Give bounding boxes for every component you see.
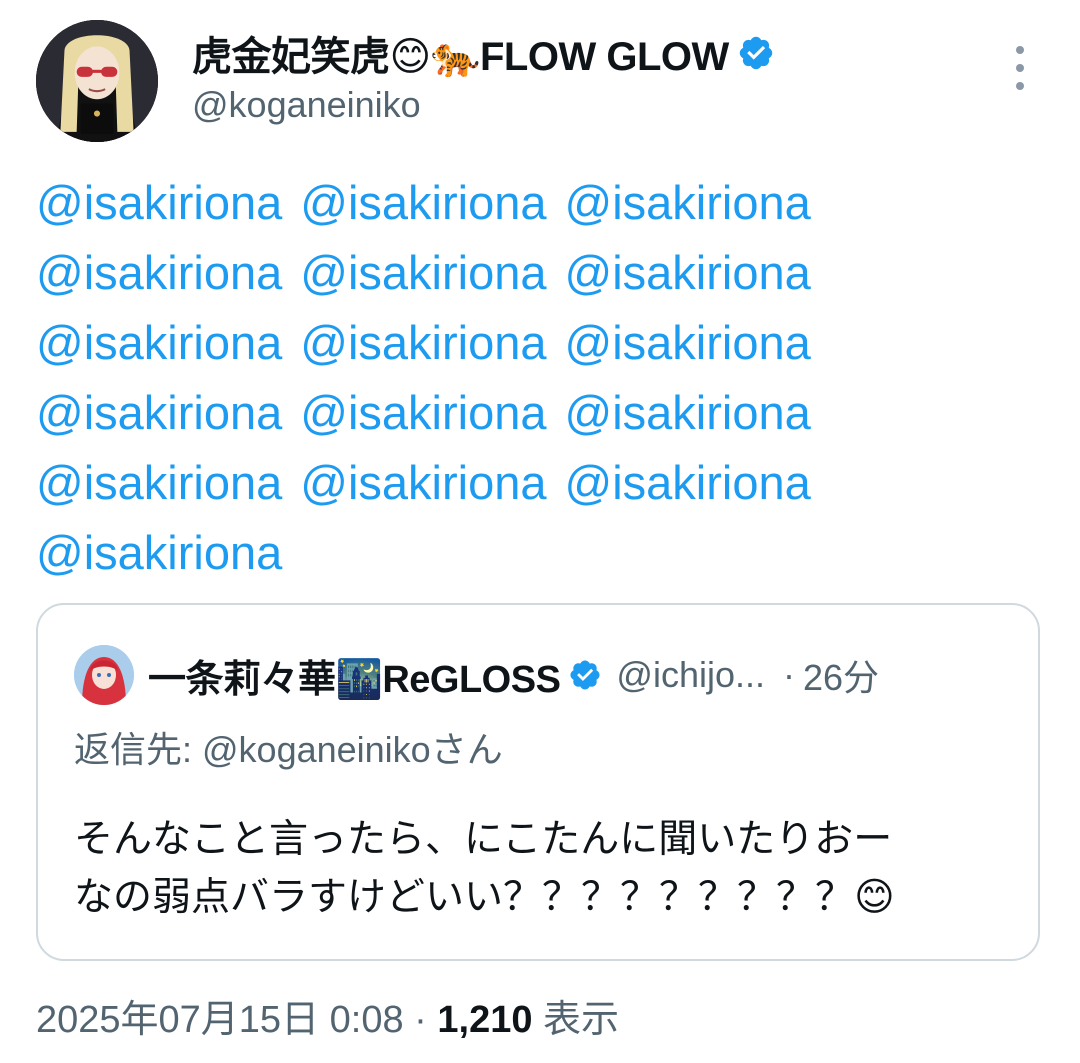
mention-line: @isakiriona @isakiriona @isakiriona — [36, 238, 996, 308]
mention-link[interactable]: @isakiriona — [36, 526, 282, 579]
mention-link[interactable]: @isakiriona — [565, 456, 811, 509]
quoted-time[interactable]: 26分 — [803, 649, 879, 701]
author-display-name[interactable]: 虎金妃笑虎😊🐅FLOW GLOW — [192, 24, 729, 82]
mention-link[interactable]: @isakiriona — [36, 246, 282, 299]
tweet-timestamp[interactable]: 2025年07月15日 0:08 — [36, 999, 404, 1041]
quoted-separator: · — [783, 654, 796, 695]
more-dot — [1016, 64, 1024, 72]
mention-link[interactable]: @isakiriona — [300, 246, 546, 299]
views-count: 1,210 — [437, 999, 533, 1041]
more-dot — [1016, 82, 1024, 90]
mention-link[interactable]: @isakiriona — [300, 456, 546, 509]
mention-link[interactable]: @isakiriona — [565, 176, 811, 229]
quoted-body-line: なの弱点バラすけどいい？？？？？？？？？😊 — [74, 876, 895, 919]
more-options-button[interactable] — [1008, 46, 1032, 90]
verified-badge-icon — [570, 660, 600, 690]
mention-link[interactable]: @isakiriona — [36, 316, 282, 369]
mention-link[interactable]: @isakiriona — [300, 176, 546, 229]
mention-link[interactable]: @isakiriona — [300, 316, 546, 369]
mention-line: @isakiriona @isakiriona @isakiriona — [36, 378, 996, 448]
mention-line: @isakiriona @isakiriona @isakiriona — [36, 168, 996, 238]
mention-line: @isakiriona @isakiriona @isakiriona — [36, 448, 996, 518]
mention-link[interactable]: @isakiriona — [36, 456, 282, 509]
mention-line: @isakiriona @isakiriona @isakiriona — [36, 308, 996, 378]
author-handle[interactable]: @koganeiniko — [192, 84, 421, 126]
mention-link[interactable]: @isakiriona — [565, 386, 811, 439]
quoted-tweet-card[interactable]: 一条莉々華🌃ReGLOSS @ichijo... · 26分 返信先: @kog… — [36, 603, 1040, 961]
quoted-replying-to: 返信先: @koganeinikoさん — [74, 729, 503, 770]
mention-link[interactable]: @isakiriona — [36, 176, 282, 229]
mention-link[interactable]: @isakiriona — [565, 246, 811, 299]
author-name-row[interactable]: 虎金妃笑虎😊🐅FLOW GLOW — [192, 26, 775, 80]
meta-separator: · — [414, 999, 427, 1041]
mention-line: @isakiriona — [36, 518, 996, 588]
views-label: 表示 — [543, 999, 620, 1041]
more-dots-vertical-icon — [1016, 46, 1024, 54]
quoted-body-line: そんなこと言ったら、にこたんに聞いたりおー — [74, 818, 893, 861]
mention-link[interactable]: @isakiriona — [300, 386, 546, 439]
quoted-header: 一条莉々華🌃ReGLOSS @ichijo... · 26分 — [148, 647, 879, 703]
mention-link[interactable]: @isakiriona — [36, 386, 282, 439]
tweet-meta: 2025年07月15日 0:08 · 1,210 表示 — [36, 988, 619, 1043]
author-avatar[interactable] — [36, 20, 158, 142]
verified-badge-icon — [739, 36, 772, 70]
quoted-author-avatar[interactable] — [74, 645, 134, 705]
quoted-handle[interactable]: @ichijo... — [616, 654, 765, 696]
mention-link[interactable]: @isakiriona — [565, 316, 811, 369]
quoted-body: そんなこと言ったら、にこたんに聞いたりおー なの弱点バラすけどいい？？？？？？？… — [74, 811, 1014, 927]
quoted-display-name[interactable]: 一条莉々華🌃ReGLOSS — [148, 648, 561, 703]
tweet-body: @isakiriona @isakiriona @isakiriona @isaki… — [36, 168, 996, 588]
